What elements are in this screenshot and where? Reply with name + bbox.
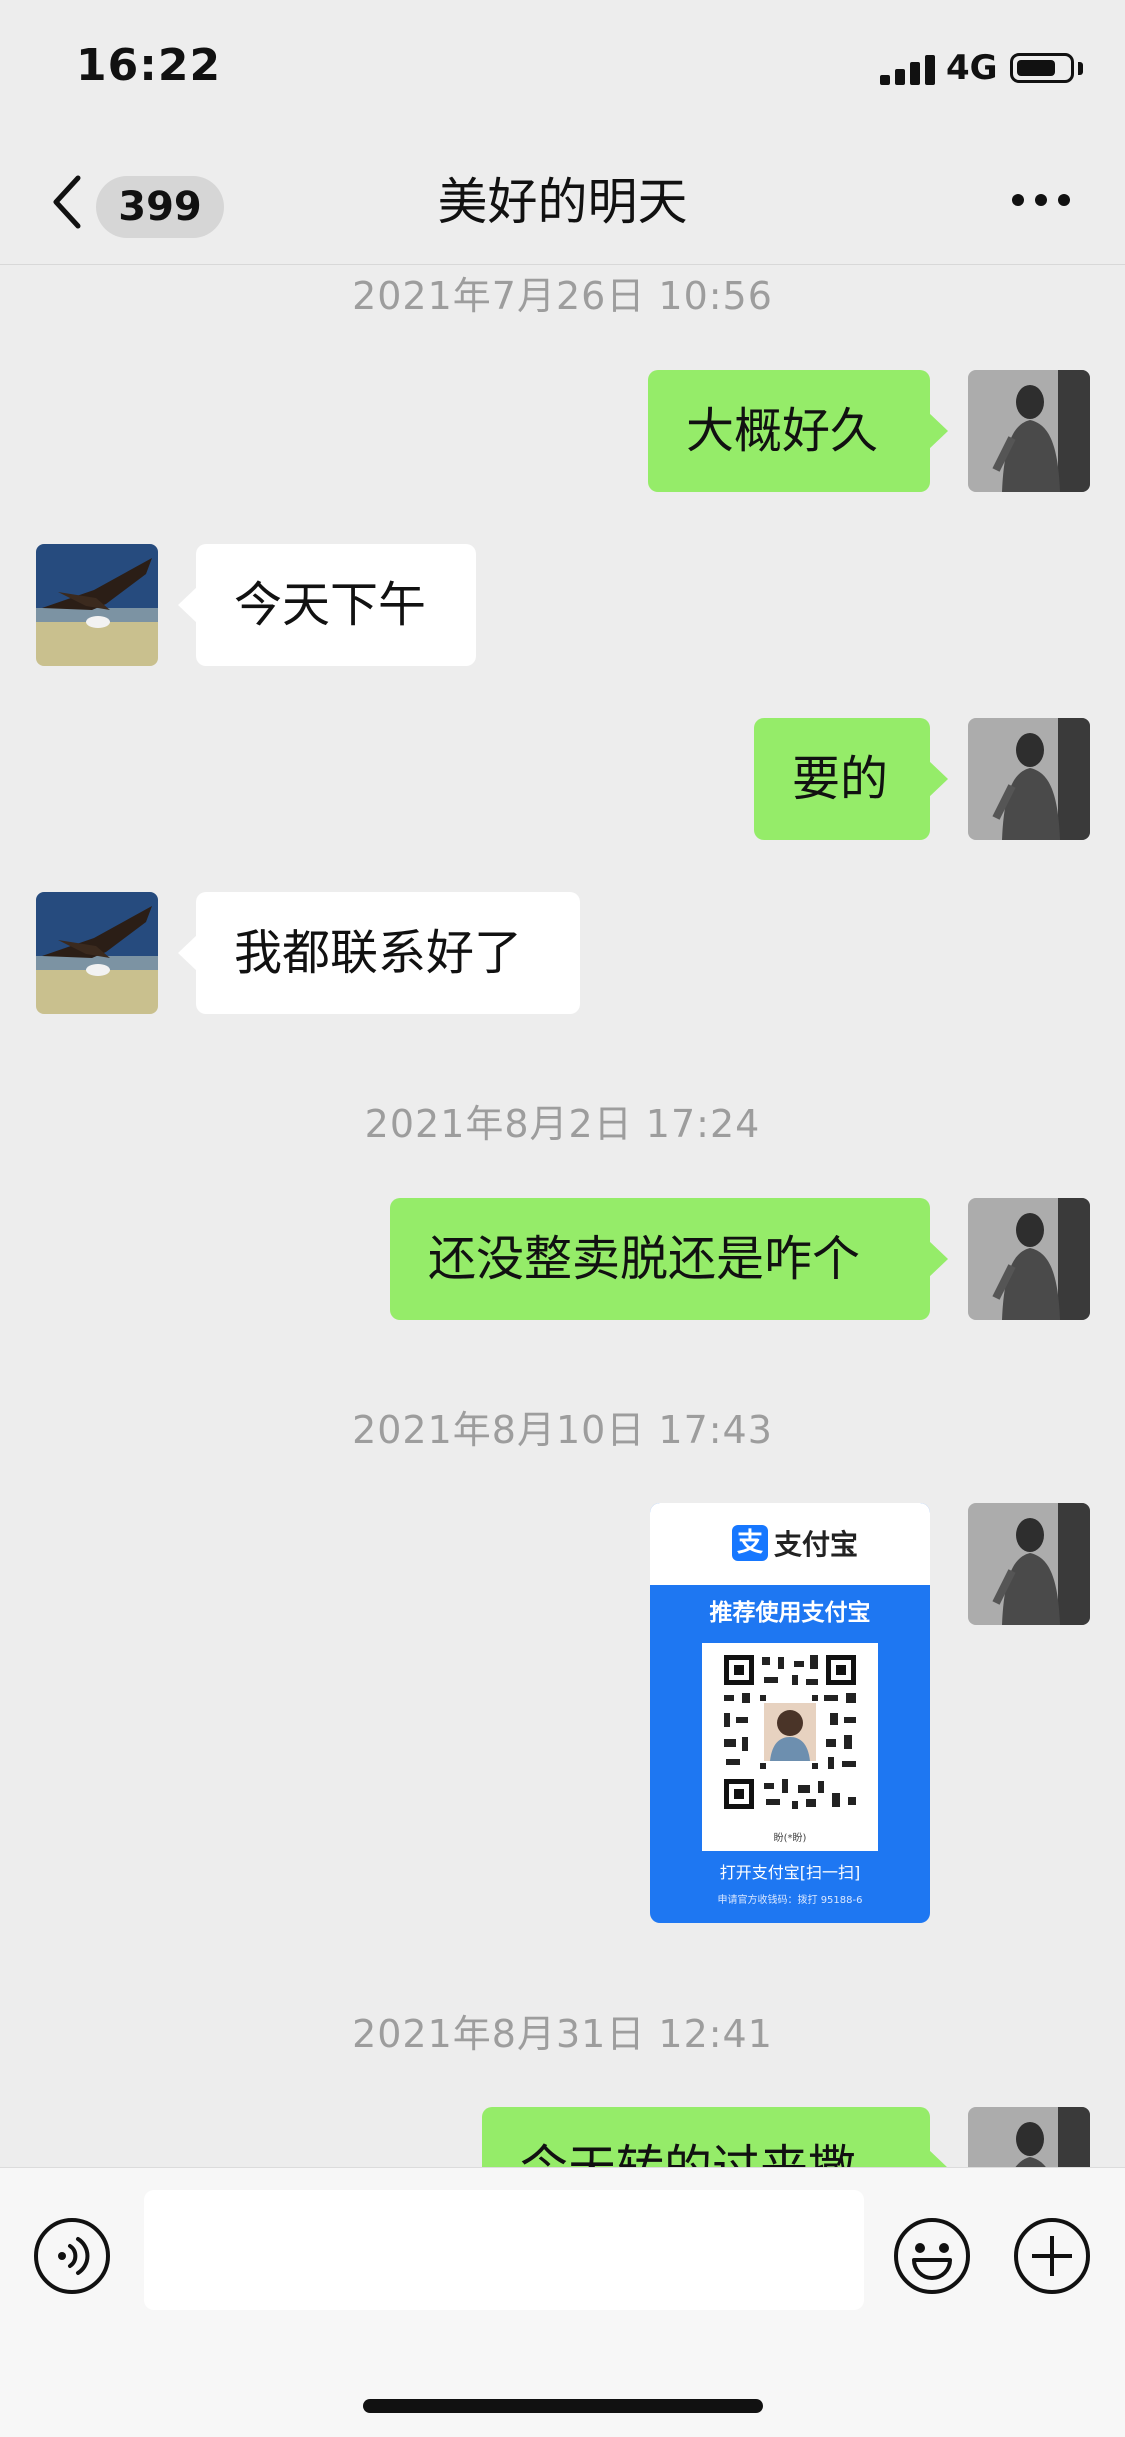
alipay-apply-hint: 申请官方收钱码：拨打 95188-6 xyxy=(717,1895,863,1906)
status-bar: 16:22 4G xyxy=(0,0,1125,140)
my-avatar[interactable] xyxy=(968,1198,1090,1320)
qr-code-icon xyxy=(724,1655,856,1809)
more-horizontal-icon[interactable] xyxy=(1012,194,1070,210)
status-time: 16:22 xyxy=(76,40,222,91)
alipay-logo-icon: 支 xyxy=(732,1525,768,1561)
voice-icon[interactable] xyxy=(32,2216,112,2296)
plus-icon[interactable] xyxy=(1012,2216,1092,2296)
my-avatar[interactable] xyxy=(968,2107,1090,2167)
qr-code-panel: 盼(*盼) xyxy=(702,1643,878,1851)
message-input[interactable] xyxy=(144,2190,864,2310)
my-avatar[interactable] xyxy=(968,370,1090,492)
nav-bar: 399 美好的明天 xyxy=(0,140,1125,265)
timestamp: 2021年8月31日 12:41 xyxy=(352,2012,773,2056)
alipay-brand: 支付宝 xyxy=(774,1528,859,1561)
payee-name: 盼(*盼) xyxy=(773,1833,807,1844)
message-bubble-sent[interactable]: 今天转的过来撒 xyxy=(482,2107,948,2167)
alipay-card-header: 支 支付宝 xyxy=(650,1503,930,1585)
alipay-recommend: 推荐使用支付宝 xyxy=(709,1600,871,1626)
message-bubble-received[interactable]: 我都联系好了 xyxy=(178,892,580,1014)
message-bubble-sent[interactable]: 还没整卖脱还是咋个 xyxy=(390,1198,948,1320)
contact-avatar[interactable] xyxy=(36,892,158,1014)
my-avatar[interactable] xyxy=(968,1503,1090,1625)
alipay-scan-hint: 打开支付宝[扫一扫] xyxy=(719,1863,861,1882)
chat-area[interactable]: 2021年7月26日 10:56 大概好久 今天下午 要的 我都联系好了 202… xyxy=(0,265,1125,2167)
home-indicator xyxy=(363,2399,763,2413)
chat-title: 美好的明天 xyxy=(437,173,688,231)
timestamp: 2021年7月26日 10:56 xyxy=(352,274,773,318)
signal-icon xyxy=(880,55,936,85)
battery-cap xyxy=(1078,62,1083,75)
emoji-icon[interactable] xyxy=(892,2216,972,2296)
timestamp: 2021年8月2日 17:24 xyxy=(364,1102,761,1146)
battery-icon xyxy=(1010,53,1074,83)
input-bar xyxy=(0,2167,1125,2437)
message-bubble-received[interactable]: 今天下午 xyxy=(178,544,476,666)
my-avatar[interactable] xyxy=(968,718,1090,840)
timestamp: 2021年8月10日 17:43 xyxy=(352,1408,773,1452)
alipay-qr-card[interactable]: 支 支付宝 推荐使用支付宝 盼(*盼) 打开支付宝[扫一扫] 申请官方收钱码：拨… xyxy=(650,1503,930,1923)
contact-avatar[interactable] xyxy=(36,544,158,666)
network-label: 4G xyxy=(946,48,998,88)
message-bubble-sent[interactable]: 要的 xyxy=(754,718,948,840)
message-bubble-sent[interactable]: 大概好久 xyxy=(648,370,948,492)
